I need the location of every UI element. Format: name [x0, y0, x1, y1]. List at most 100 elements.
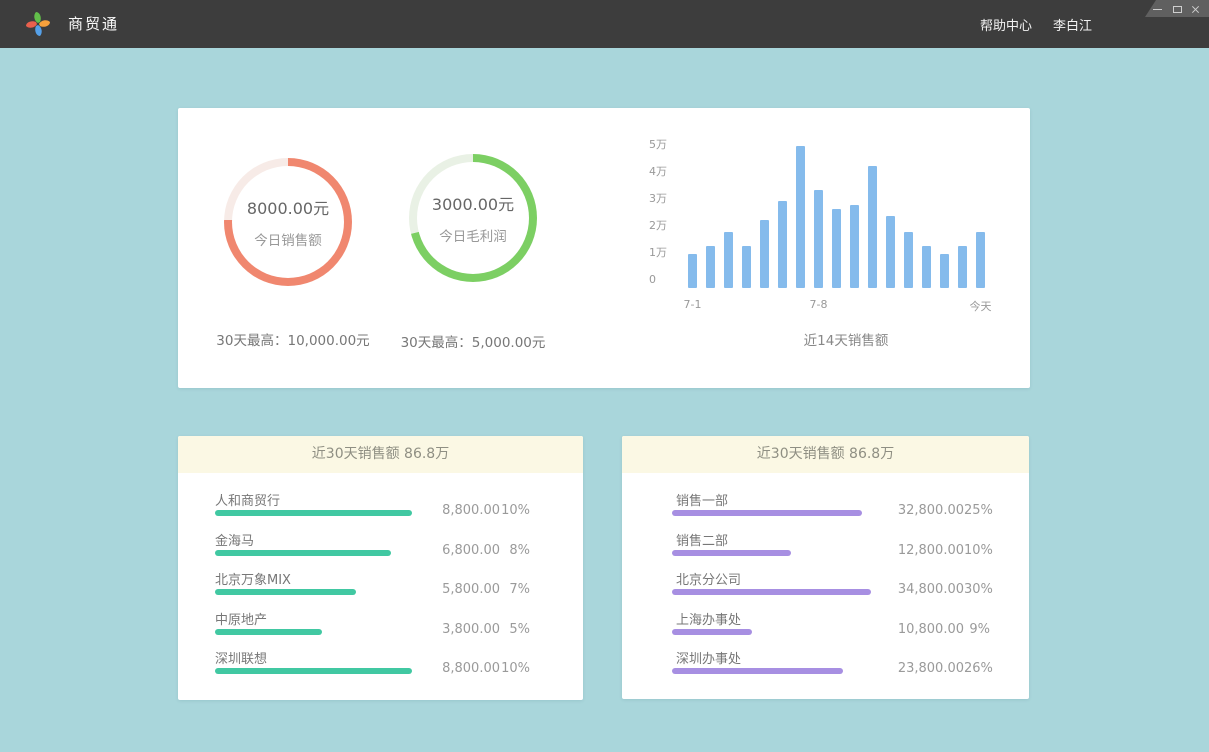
rank-row-bar — [672, 550, 791, 556]
maximize-icon[interactable] — [1172, 4, 1182, 14]
rank-row-bar — [215, 629, 322, 635]
today-profit-label: 今日毛利润 — [439, 225, 507, 245]
rank-row-label: 北京万象MIX — [215, 569, 291, 588]
rank-row-values: 8,800.0010% — [442, 661, 530, 676]
y-axis-tick: 5万 — [649, 138, 667, 152]
today-profit-30d-max: 30天最高：5,000.00元 — [353, 331, 593, 351]
rank-row-percent: 10% — [500, 503, 530, 518]
y-axis-tick: 4万 — [649, 165, 667, 179]
x-axis-label: 今天 — [951, 298, 1011, 314]
rank-row: 北京万象MIX 5,800.007% — [178, 569, 583, 607]
today-sales-label: 今日销售额 — [254, 229, 322, 249]
rank-row-values: 23,800.0026% — [898, 661, 990, 676]
rank-row-bar — [672, 510, 862, 516]
bar-chart-title: 近14天销售额 — [746, 329, 946, 349]
rank-row-percent: 25% — [964, 503, 990, 518]
rank-row-values: 8,800.0010% — [442, 503, 530, 518]
daily-sales-bar — [706, 246, 715, 288]
daily-sales-bar — [904, 232, 913, 288]
rank-row: 人和商贸行 8,800.0010% — [178, 490, 583, 528]
y-axis-tick: 0 — [649, 273, 656, 287]
daily-sales-bar — [724, 232, 733, 288]
rank-row: 深圳联想 8,800.0010% — [178, 648, 583, 686]
rank-row-amount: 5,800.00 — [442, 582, 500, 597]
rank-row-bar — [672, 668, 843, 674]
today-profit-value: 3000.00元 — [432, 191, 514, 215]
daily-sales-bar — [742, 246, 751, 288]
department-sales-rank-card: 近30天销售额 86.8万 销售一部 32,800.0025% 销售二部 12,800… — [622, 436, 1029, 699]
rank-row-values: 5,800.007% — [442, 582, 530, 597]
daily-sales-bar — [760, 220, 769, 288]
daily-sales-bar — [778, 201, 787, 288]
user-name-link[interactable]: 李白江 — [1053, 15, 1092, 34]
daily-sales-bar — [958, 246, 967, 288]
rank-row-percent: 10% — [500, 661, 530, 676]
rank-row-label: 中原地产 — [215, 609, 267, 628]
x-axis-label: 7-8 — [789, 298, 849, 311]
rank-row-label: 销售一部 — [676, 490, 728, 509]
daily-sales-bar — [688, 254, 697, 288]
today-sales-value: 8000.00元 — [247, 195, 329, 219]
rank-row-amount: 23,800.00 — [898, 661, 964, 676]
rank-row-amount: 8,800.00 — [442, 503, 500, 518]
donut-center-text: 3000.00元 今日毛利润 — [409, 154, 537, 282]
rank-row-percent: 7% — [500, 582, 530, 597]
y-axis-tick: 3万 — [649, 192, 667, 206]
rank-row-label: 金海马 — [215, 530, 254, 549]
close-icon[interactable] — [1191, 4, 1201, 14]
title-bar: 商贸通 帮助中心 李白江 — [0, 0, 1209, 48]
rank-row-bar — [672, 589, 871, 595]
rank-row-bar — [215, 668, 412, 674]
rank-row-amount: 6,800.00 — [442, 543, 500, 558]
daily-sales-bar — [886, 216, 895, 288]
rank-row-label: 人和商贸行 — [215, 490, 280, 509]
rank-row-values: 12,800.0010% — [898, 543, 990, 558]
rank-row-values: 34,800.0030% — [898, 582, 990, 597]
rank-row-percent: 26% — [964, 661, 990, 676]
rank-row-label: 北京分公司 — [676, 569, 741, 588]
customer-sales-rank-card: 近30天销售额 86.8万 人和商贸行8,800.0010%金海马6,800.0… — [178, 436, 583, 700]
rank-row-values: 10,800.009% — [898, 622, 990, 637]
daily-sales-bar — [922, 246, 931, 288]
rank-row-bar — [215, 589, 356, 595]
help-center-link[interactable]: 帮助中心 — [980, 15, 1032, 34]
rank-card-title: 近30天销售额 86.8万 — [178, 436, 583, 473]
rank-row-values: 6,800.008% — [442, 543, 530, 558]
daily-sales-bar — [814, 190, 823, 288]
daily-sales-bar — [850, 205, 859, 288]
rank-row-label: 深圳联想 — [215, 648, 267, 667]
y-axis-tick: 1万 — [649, 246, 667, 260]
overview-card: 8000.00元 今日销售额 30天最高：10,000.00元 3000.00元… — [178, 108, 1030, 388]
rank-row-percent: 5% — [500, 622, 530, 637]
today-profit-donut-chart: 3000.00元 今日毛利润 — [409, 154, 537, 282]
rank-row-percent: 9% — [964, 622, 990, 637]
rank-row: 销售二部 12,800.0010% — [622, 530, 1029, 568]
rank-card-title: 近30天销售额 86.8万 — [622, 436, 1029, 473]
rank-row: 金海马 6,800.008% — [178, 530, 583, 568]
rank-row-percent: 30% — [964, 582, 990, 597]
daily-sales-bar — [796, 146, 805, 288]
rank-row-label: 销售二部 — [676, 530, 728, 549]
minimize-icon[interactable] — [1153, 4, 1163, 14]
app-title: 商贸通 — [68, 0, 119, 48]
rank-row-bar — [215, 510, 412, 516]
titlebar-links: 帮助中心 李白江 — [980, 0, 1092, 48]
rank-row: 中原地产3,800.005% — [178, 609, 583, 647]
daily-sales-bar — [832, 209, 841, 288]
donut-center-text: 8000.00元 今日销售额 — [224, 158, 352, 286]
rank-row: 北京分公司 34,800.0030% — [622, 569, 1029, 607]
rank-row-amount: 10,800.00 — [898, 622, 964, 637]
rank-row-label: 上海办事处 — [676, 609, 741, 628]
daily-sales-bar — [868, 166, 877, 288]
rank-row-bar — [215, 550, 391, 556]
today-sales-donut-chart: 8000.00元 今日销售额 — [224, 158, 352, 286]
y-axis-tick: 2万 — [649, 219, 667, 233]
daily-sales-bar — [940, 254, 949, 288]
rank-row: 销售一部 32,800.0025% — [622, 490, 1029, 528]
rank-row-values: 32,800.0025% — [898, 503, 990, 518]
rank-row-percent: 8% — [500, 543, 530, 558]
rank-row-amount: 34,800.00 — [898, 582, 964, 597]
rank-row-amount: 12,800.00 — [898, 543, 964, 558]
rank-row-label: 深圳办事处 — [676, 648, 741, 667]
rank-row: 深圳办事处 23,800.0026% — [622, 648, 1029, 686]
